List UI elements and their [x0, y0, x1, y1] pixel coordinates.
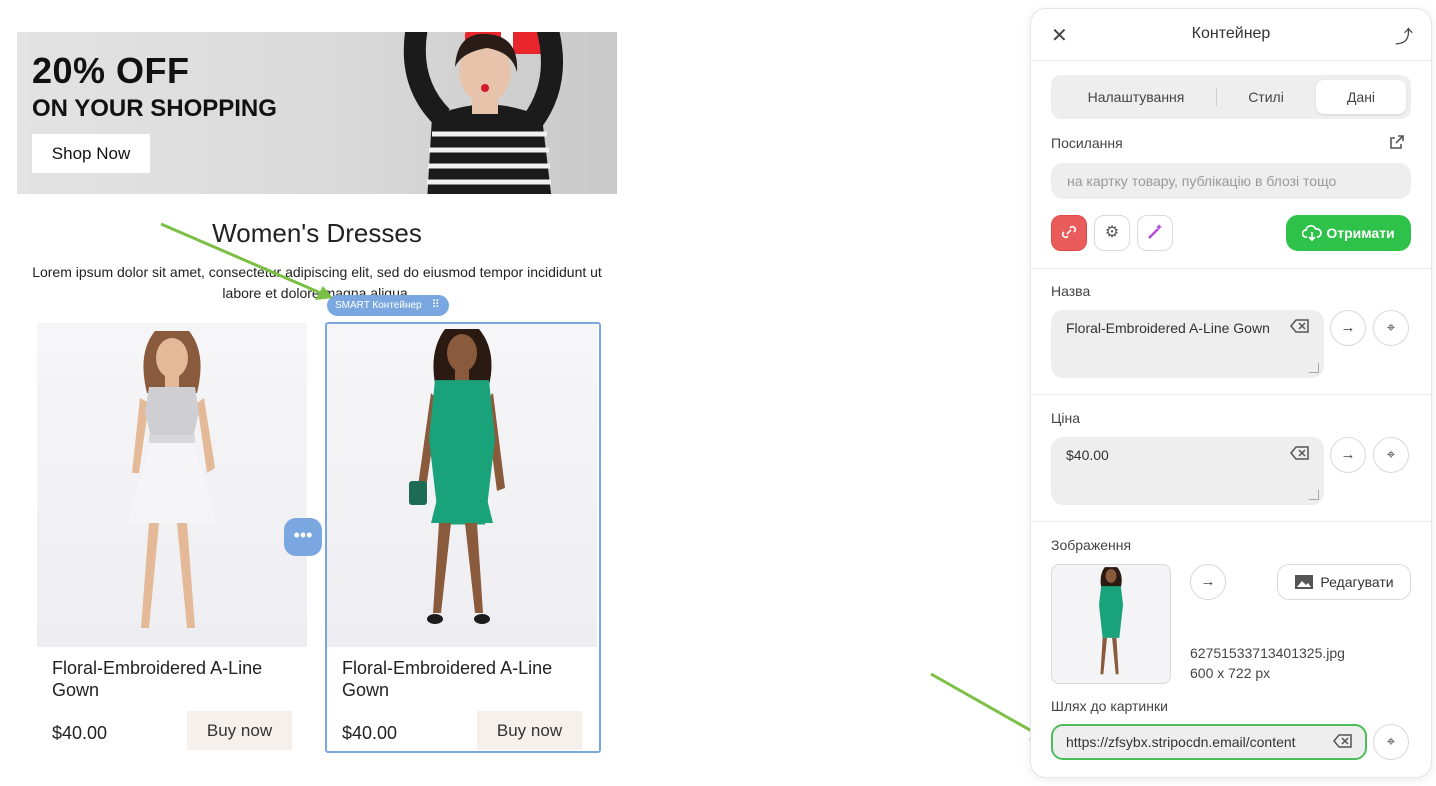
divider — [1031, 521, 1431, 522]
woman-photo — [403, 32, 563, 194]
image-edit-icon — [1295, 575, 1314, 589]
get-data-label: Отримати — [1326, 225, 1395, 241]
product-name: Floral-Embroidered A-Line Gown — [52, 658, 263, 700]
buy-now-button[interactable]: Buy now — [187, 711, 292, 750]
link-label: Посилання — [1051, 135, 1123, 151]
image-dimensions: 600 x 722 px — [1190, 665, 1271, 681]
divider — [1031, 60, 1431, 61]
cloud-download-icon — [1301, 224, 1323, 242]
price-field[interactable]: $40.00 — [1051, 437, 1324, 505]
image-path-input[interactable]: https://zfsybx.stripocdn.email/content — [1051, 724, 1367, 760]
tab-settings[interactable]: Налаштування — [1056, 80, 1216, 114]
smart-container-label[interactable]: SMART Контейнер ⠿ — [327, 295, 449, 316]
crosshair-icon: ⌖ — [1386, 733, 1396, 750]
unlink-button[interactable] — [1051, 215, 1087, 251]
resize-handle[interactable] — [1309, 363, 1319, 373]
tab-styles[interactable]: Стилі — [1217, 80, 1315, 114]
clear-icon[interactable] — [1290, 446, 1310, 460]
settings-button[interactable]: ⚙ — [1094, 215, 1130, 251]
magic-wand-icon — [1148, 224, 1162, 239]
annotation-arrow — [160, 222, 333, 300]
selection-outline — [325, 322, 601, 753]
panel-tabs: Налаштування Стилі Дані — [1051, 75, 1411, 119]
more-options-button[interactable]: ••• — [284, 518, 322, 556]
insert-name-button[interactable]: → — [1330, 310, 1366, 346]
image-label: Зображення — [1051, 537, 1132, 553]
arrow-right-icon: → — [1340, 319, 1356, 336]
external-link-icon[interactable] — [1389, 134, 1405, 150]
pick-price-button[interactable]: ⌖ — [1373, 437, 1409, 473]
promo-banner: 20% OFF ON YOUR SHOPPING Shop Now — [17, 32, 617, 194]
unlink-icon — [1061, 225, 1077, 239]
price-label: Ціна — [1051, 410, 1080, 426]
more-horizontal-icon: ••• — [293, 525, 313, 545]
banner-subtitle: ON YOUR SHOPPING — [32, 95, 277, 122]
arrow-right-icon: → — [1200, 573, 1216, 590]
shop-now-button[interactable]: Shop Now — [32, 134, 150, 173]
pick-image-path-button[interactable]: ⌖ — [1373, 724, 1409, 760]
container-settings-panel: ✕ Контейнер ⤴ Налаштування Стилі Дані По… — [1030, 8, 1432, 778]
product-price: $40.00 — [52, 723, 108, 743]
insert-image-button[interactable]: → — [1190, 564, 1226, 600]
name-field[interactable]: Floral-Embroidered A-Line Gown — [1051, 310, 1324, 378]
banner-title: 20% OFF — [32, 50, 190, 91]
divider — [1031, 394, 1431, 395]
price-value: $40.00 — [1066, 447, 1109, 463]
gear-icon: ⚙ — [1104, 224, 1120, 241]
insert-price-button[interactable]: → — [1330, 437, 1366, 473]
image-path-label: Шлях до картинки — [1051, 698, 1168, 714]
magic-button[interactable] — [1137, 215, 1173, 251]
link-input[interactable]: на картку товару, публікацію в блозі тощ… — [1051, 163, 1411, 199]
get-data-button[interactable]: Отримати — [1286, 215, 1411, 251]
image-path-value: https://zfsybx.stripocdn.email/content — [1066, 734, 1296, 750]
dress-illustration-white — [127, 331, 217, 628]
image-file-name: 62751533713401325.jpg — [1190, 645, 1345, 661]
drag-handle-icon[interactable]: ⠿ — [432, 299, 441, 311]
arrow-right-icon: → — [1340, 446, 1356, 463]
panel-title: Контейнер — [1191, 25, 1271, 42]
product-card[interactable]: Floral-Embroidered A-Line Gown $40.00 Bu… — [37, 323, 307, 751]
smart-container-text: SMART Контейнер — [335, 300, 422, 311]
name-value: Floral-Embroidered A-Line Gown — [1066, 320, 1270, 336]
product-image — [37, 323, 307, 647]
crosshair-icon: ⌖ — [1386, 319, 1396, 336]
tab-data[interactable]: Дані — [1316, 80, 1406, 114]
select-parent-icon[interactable]: ⤴ — [1395, 23, 1413, 49]
clear-icon[interactable] — [1290, 319, 1310, 333]
divider — [1031, 268, 1431, 269]
edit-image-button[interactable]: Редагувати — [1277, 564, 1411, 600]
pick-name-button[interactable]: ⌖ — [1373, 310, 1409, 346]
thumbnail-dress — [1098, 567, 1124, 675]
name-label: Назва — [1051, 283, 1091, 299]
resize-handle[interactable] — [1309, 490, 1319, 500]
clear-icon[interactable] — [1333, 734, 1353, 748]
edit-image-label: Редагувати — [1320, 574, 1394, 590]
image-thumbnail[interactable] — [1051, 564, 1171, 684]
crosshair-icon: ⌖ — [1386, 446, 1396, 463]
